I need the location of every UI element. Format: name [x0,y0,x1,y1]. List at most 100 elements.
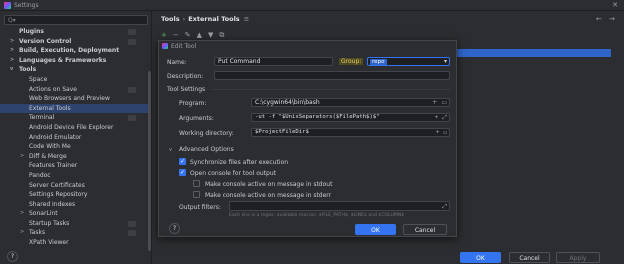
sidebar-item[interactable]: > Tasks [0,228,150,238]
sidebar-item[interactable]: > Build, Execution, Deployment [0,46,150,56]
stderr-label: Make console active on message in stderr [205,192,332,199]
sidebar-item-label: Actions on Save [29,85,77,93]
dialog-cancel-button[interactable]: Cancel [403,224,447,235]
working-directory-field[interactable]: $ProjectFileDir$ + ▭ [251,128,450,137]
arguments-value: -ut -f "$UnixSeparators($FilePath$)$" [255,114,380,120]
stderr-checkbox[interactable] [193,191,200,198]
sidebar-item[interactable]: Server Certificates [0,181,150,191]
chevron-right-icon[interactable]: > [10,46,14,56]
sidebar-item[interactable]: Shared Indexes [0,200,150,210]
sidebar-item[interactable]: External Tools [0,103,150,114]
stdout-checkbox[interactable] [193,180,200,187]
field-icons: + ▭ [430,99,447,106]
close-icon[interactable]: ✕ [612,1,618,9]
sidebar-item[interactable]: Settings Repository [0,190,150,200]
cancel-button[interactable]: Cancel [509,252,550,263]
sidebar-item-label: Startup Tasks [29,219,70,227]
sidebar-item-label: Server Certificates [29,181,85,189]
forward-arrow-icon[interactable]: → [609,15,615,23]
sidebar-item[interactable]: > Languages & Frameworks [0,56,150,66]
chevron-right-icon[interactable]: > [20,228,24,238]
insert-macro-icon[interactable]: + [435,114,439,121]
arguments-field[interactable]: -ut -f "$UnixSeparators($FilePath$)$" + ⤢ [251,113,450,122]
group-label: Group: [339,58,364,65]
chevron-right-icon[interactable]: > [10,56,14,66]
sidebar-item[interactable]: XPath Viewer [0,238,150,248]
settings-scope-icon [128,38,136,45]
sidebar-item[interactable]: Plugins [0,27,150,37]
edit-tool-dialog: Edit Tool Name: Put Command Group: repo … [158,40,457,237]
folder-icon[interactable]: ▭ [441,99,447,106]
settings-tree: Plugins > Version Control > Build, Execution… [0,27,150,248]
chevron-right-icon[interactable]: > [10,37,14,47]
help-button[interactable]: ? [7,251,18,262]
sidebar-item-label: Build, Execution, Deployment [19,47,120,55]
sidebar-item[interactable]: Startup Tasks [0,219,150,229]
move-up-icon[interactable]: ▲ [197,31,202,39]
sidebar-item[interactable]: Android Device File Explorer [0,123,150,133]
sidebar-item[interactable]: > SonarLint [0,209,150,219]
sidebar-item-label: External Tools [29,104,71,112]
sidebar-item[interactable]: Pandoc [0,171,150,181]
chevron-right-icon[interactable]: > [20,209,24,219]
name-field[interactable]: Put Command [214,57,333,66]
add-icon[interactable]: + [161,31,167,39]
sidebar-item[interactable]: Actions on Save [0,85,150,95]
program-field[interactable]: C:\cygwin64\bin\bash + ▭ [251,98,450,107]
description-field[interactable] [214,71,450,80]
sync-files-label: Synchronize files after execution [190,159,288,166]
advanced-options-toggle[interactable]: Advanced Options [179,146,234,153]
collapse-arrow-icon[interactable]: v [169,147,172,153]
sidebar-scrollbar[interactable] [148,71,151,251]
sidebar-item[interactable]: > Diff & Merge [0,152,150,162]
sidebar-item-label: Web Browsers and Preview [29,95,110,103]
sidebar-item[interactable]: > Version Control [0,37,150,47]
sidebar-item[interactable]: v Tools [0,65,150,75]
sidebar-item[interactable]: Terminal [0,113,150,123]
arguments-label: Arguments: [179,115,214,122]
group-select[interactable]: repo ▾ [367,57,450,66]
expand-icon[interactable]: ⤢ [442,203,447,210]
sidebar-item-label: SonarLint [29,210,58,218]
sidebar-item[interactable]: Android Emulator [0,133,150,143]
search-input[interactable]: Q▾ [4,15,148,25]
folder-icon[interactable]: ▭ [443,129,447,136]
open-console-label: Open console for tool output [190,170,276,177]
window-titlebar: Settings ✕ [0,0,624,11]
chevron-down-icon[interactable]: v [10,65,13,75]
sidebar-item[interactable]: Web Browsers and Preview [0,94,150,104]
dialog-help-button[interactable]: ? [169,223,180,234]
chevron-right-icon[interactable]: > [20,152,24,162]
output-filters-label: Output filters: [179,204,221,211]
menu-icon[interactable]: ≡ [240,15,249,23]
program-label: Program: [179,100,207,107]
breadcrumb-parent[interactable]: Tools [161,15,180,23]
insert-macro-icon[interactable]: + [436,129,440,136]
sidebar-item[interactable]: Space [0,75,150,85]
open-console-checkbox[interactable]: ✓ [179,169,186,176]
output-filters-field[interactable]: ⤢ [229,201,450,211]
output-filters-hint: Each line is a regex, available macros: … [229,213,405,218]
description-label: Description: [167,73,204,80]
working-directory-value: $ProjectFileDir$ [255,129,309,135]
window-title: Settings [14,1,39,9]
back-arrow-icon[interactable]: ← [596,15,602,23]
sync-files-checkbox[interactable]: ✓ [179,158,186,165]
copy-icon[interactable]: ⧉ [219,31,224,40]
sidebar-item-label: Android Device File Explorer [29,123,114,131]
sidebar-item[interactable]: Features Trainer [0,161,150,171]
expand-icon[interactable]: ⤢ [442,114,447,121]
sidebar-item[interactable]: Code With Me [0,142,150,152]
sidebar-item-label: Diff & Merge [29,152,67,160]
move-down-icon[interactable]: ▼ [208,31,213,39]
breadcrumb-separator: › [182,15,186,23]
breadcrumb: Tools › External Tools ≡ [161,15,249,23]
apply-button[interactable]: Apply [556,252,600,263]
settings-scope-icon [128,220,136,227]
dialog-ok-button[interactable]: OK [355,224,396,235]
remove-icon[interactable]: − [173,31,179,39]
edit-icon[interactable]: ✎ [185,31,191,39]
ok-button[interactable]: OK [460,252,501,263]
insert-macro-icon[interactable]: + [432,99,437,106]
sidebar-item-label: Plugins [19,28,44,35]
